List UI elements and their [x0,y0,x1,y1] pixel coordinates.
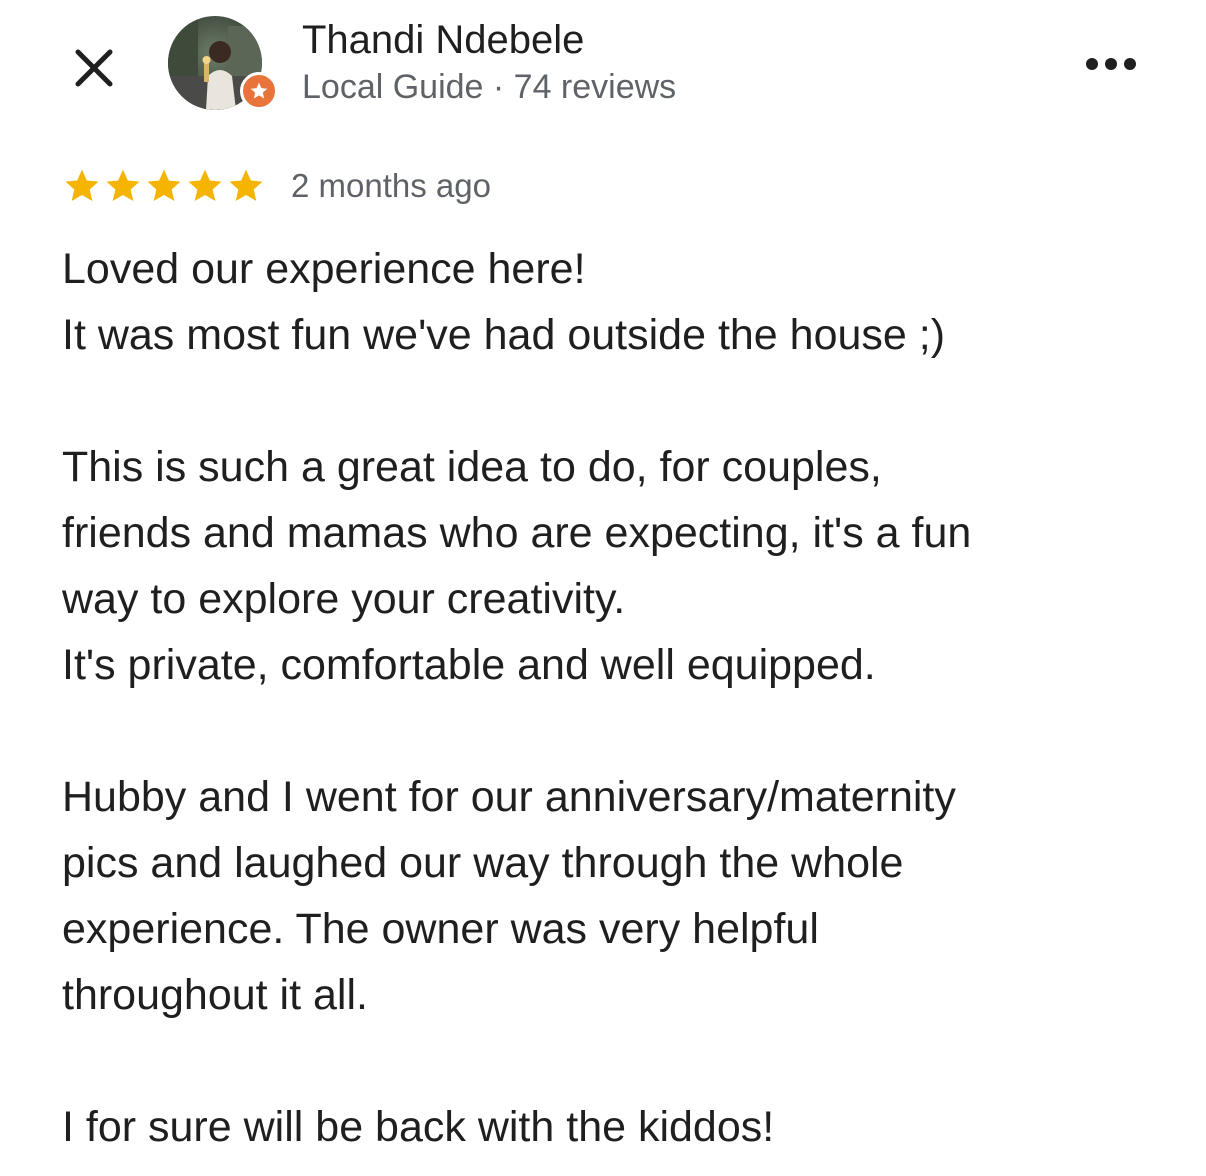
more-options-button[interactable] [1076,36,1146,92]
review-line: I for sure will be back with the kiddos! [62,1103,775,1151]
review-line: Loved our experience here! [62,245,586,293]
star-icon [229,169,263,201]
review-line: throughout it all. [62,971,368,1019]
review-line [62,698,1172,764]
review-line: It was most fun we've had outside the ho… [62,311,946,359]
review-line: friends and mamas who are expecting, it'… [62,509,972,557]
review-text: Loved our experience here! It was most fu… [62,236,1172,1160]
star-icon [106,169,140,201]
review-line: experience. The owner was very helpful [62,905,819,953]
star-icon [65,169,99,201]
star-icon [188,169,222,201]
star-rating [62,166,266,206]
review-line: Hubby and I went for our anniversary/mat… [62,773,956,821]
review-date: 2 months ago [291,167,491,204]
more-horizontal-icon [1086,58,1098,70]
review-line: It's private, comfortable and well equip… [62,641,876,689]
review-line [62,368,1172,434]
review-line [62,1028,1172,1094]
star-icon [147,169,181,201]
more-horizontal-icon [1124,58,1136,70]
local-guide-star-icon [250,82,268,99]
more-horizontal-icon [1105,58,1117,70]
review-line: pics and laughed our way through the who… [62,839,904,887]
close-button[interactable] [62,36,126,100]
review-line: way to explore your creativity. [62,575,626,623]
reviewer-name[interactable]: Thandi Ndebele [302,16,584,64]
close-icon [75,49,113,87]
rating-row: 2 months ago [62,162,491,210]
local-guide-badge [240,72,278,110]
reviewer-avatar-group[interactable] [166,14,278,114]
reviewer-meta[interactable]: Local Guide · 74 reviews [302,66,676,108]
review-line: This is such a great idea to do, for cou… [62,443,882,491]
